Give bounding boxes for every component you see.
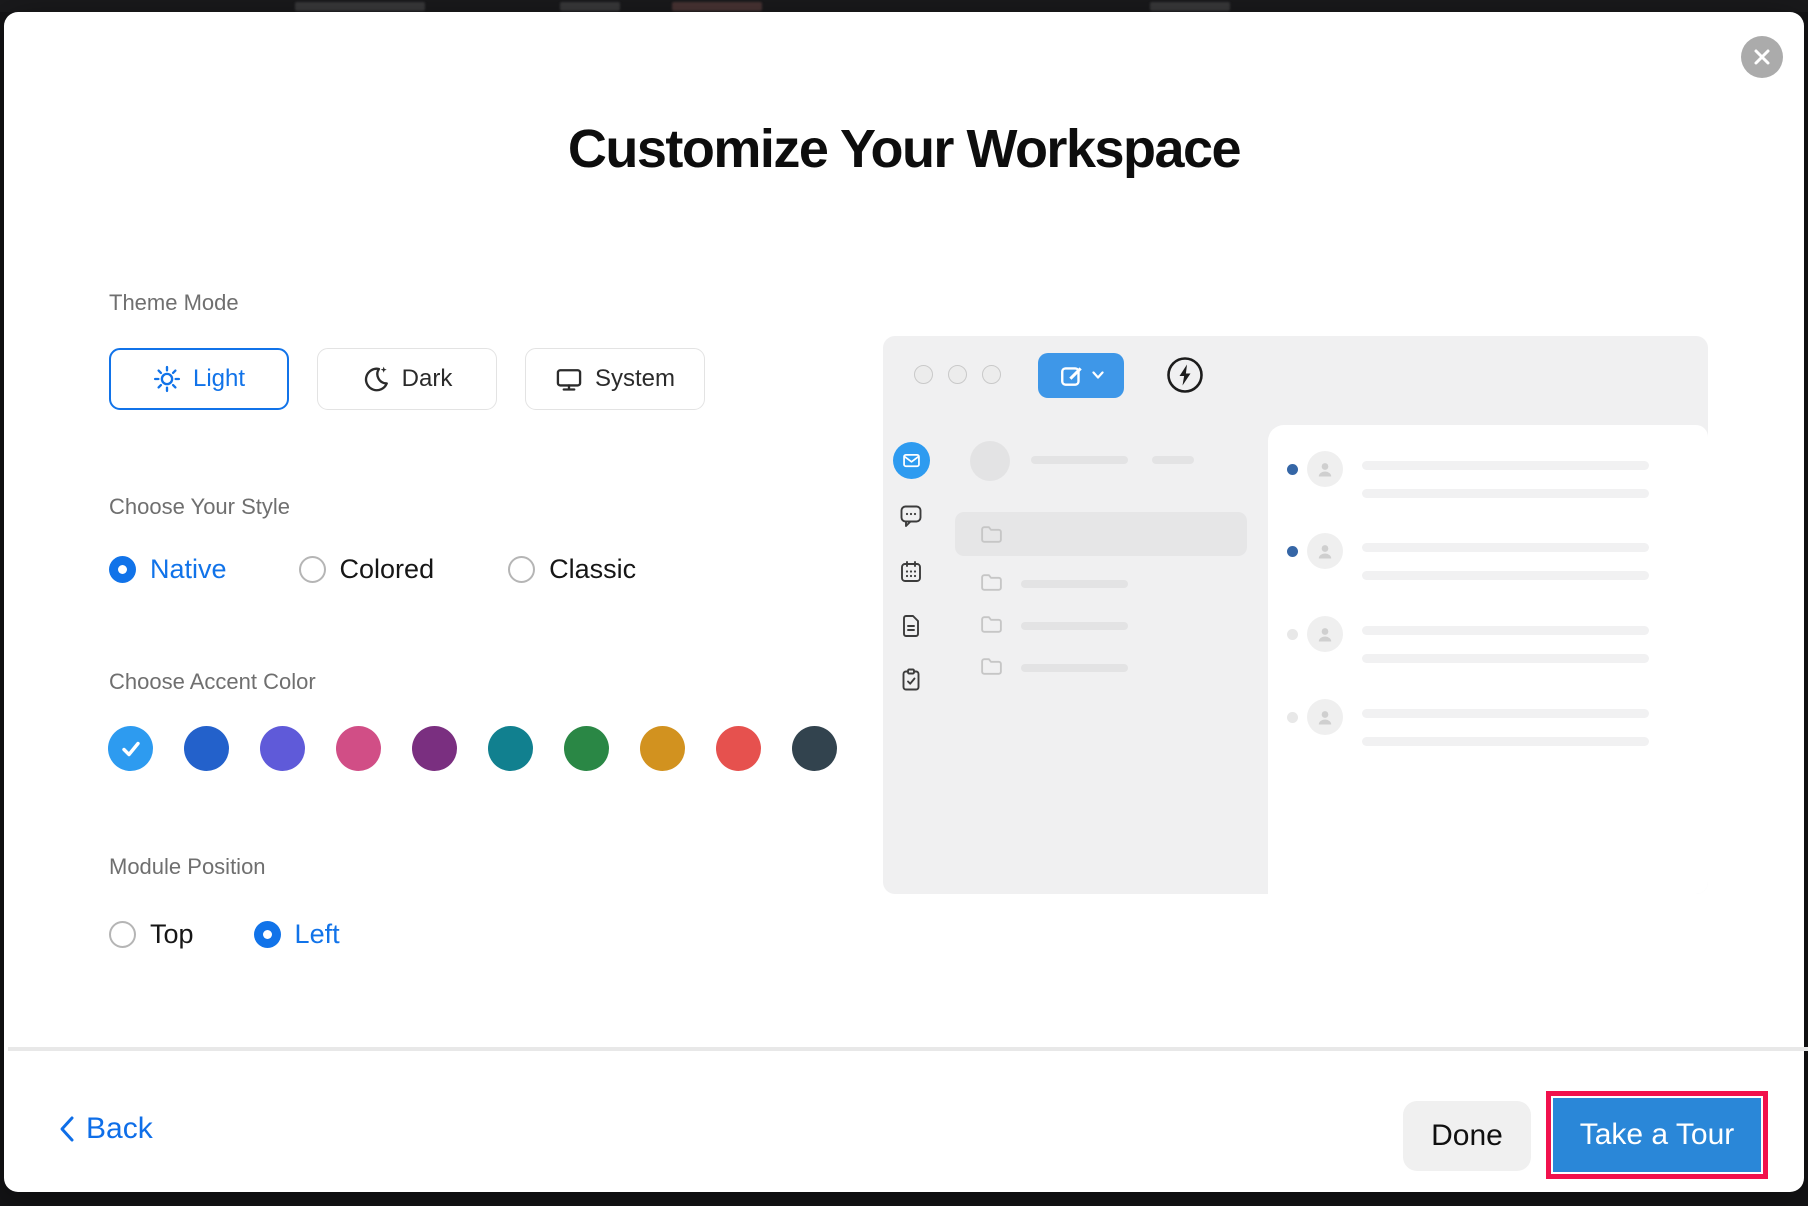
placeholder-line (1362, 709, 1649, 718)
backdrop-content (672, 2, 762, 11)
avatar (1307, 533, 1343, 569)
placeholder-line (1362, 543, 1649, 552)
mail-icon (893, 442, 930, 479)
check-icon (121, 741, 140, 756)
chevron-down-icon (1091, 371, 1104, 379)
unread-dot (1287, 712, 1298, 723)
style-option-label: Native (150, 554, 227, 584)
style-option-classic[interactable]: Classic (508, 554, 636, 585)
style-option-colored[interactable]: Colored (298, 554, 435, 585)
accent-color-swatch[interactable] (792, 726, 837, 771)
accent-color-swatch[interactable] (716, 726, 761, 771)
style-group: Native Colored Classic (109, 554, 636, 585)
close-icon (1754, 49, 1770, 65)
back-button[interactable]: Back (56, 1112, 153, 1146)
avatar (1307, 699, 1343, 735)
placeholder-line (1021, 580, 1128, 588)
folder-icon (981, 616, 1002, 633)
radio-icon (508, 556, 536, 583)
placeholder-line (1362, 571, 1649, 580)
style-option-native[interactable]: Native (109, 554, 227, 585)
position-option-top[interactable]: Top (109, 919, 194, 950)
placeholder-line (1362, 489, 1649, 498)
position-option-left[interactable]: Left (253, 919, 340, 950)
placeholder-line (1152, 456, 1194, 464)
placeholder-line (1362, 461, 1649, 470)
folder-icon (981, 574, 1002, 591)
position-option-label: Top (150, 919, 194, 949)
unread-dot (1287, 546, 1298, 557)
theme-mode-label: Theme Mode (109, 290, 239, 315)
backdrop-content (1150, 2, 1230, 11)
customize-workspace-dialog: Customize Your Workspace Theme Mode Ligh… (4, 12, 1808, 1192)
sun-icon (153, 365, 181, 393)
folder-icon (981, 526, 1002, 543)
theme-option-dark[interactable]: Dark (317, 348, 497, 410)
accent-color-swatch[interactable] (640, 726, 685, 771)
traffic-light-dot (982, 365, 1001, 384)
chevron-left-icon (60, 1116, 74, 1142)
backdrop-content (295, 2, 425, 11)
done-button[interactable]: Done (1403, 1101, 1531, 1171)
traffic-light-dot (914, 365, 933, 384)
theme-option-system[interactable]: System (525, 348, 705, 410)
traffic-light-dot (948, 365, 967, 384)
unread-dot (1287, 464, 1298, 475)
document-icon (903, 615, 919, 637)
unread-dot (1287, 629, 1298, 640)
radio-icon (298, 556, 326, 583)
placeholder-line (1021, 664, 1128, 672)
style-option-label: Colored (339, 554, 435, 584)
footer-divider (8, 1047, 1808, 1051)
radio-icon (109, 921, 136, 948)
preview-compose-button (1038, 353, 1124, 398)
accent-color-label: Choose Accent Color (109, 669, 316, 694)
placeholder-line (1031, 456, 1128, 464)
backdrop-content (560, 2, 620, 11)
back-label: Back (86, 1112, 153, 1145)
monitor-icon (556, 369, 582, 391)
take-a-tour-button[interactable]: Take a Tour (1553, 1098, 1761, 1172)
screen: Customize Your Workspace Theme Mode Ligh… (0, 0, 1808, 1206)
chat-icon (900, 505, 922, 527)
radio-icon (253, 921, 281, 948)
placeholder-line (1021, 622, 1128, 630)
avatar (1307, 616, 1343, 652)
accent-color-swatch[interactable] (412, 726, 457, 771)
module-position-group: Top Left (109, 919, 340, 950)
close-button[interactable] (1741, 36, 1783, 78)
avatar (1307, 451, 1343, 487)
radio-icon (109, 556, 136, 583)
placeholder-line (1362, 737, 1649, 746)
folder-icon (981, 658, 1002, 675)
annotation-highlight: Take a Tour (1546, 1091, 1768, 1179)
position-option-label: Left (294, 919, 340, 949)
dialog-title: Customize Your Workspace (567, 119, 1242, 179)
tasks-clipboard-icon (902, 668, 920, 691)
theme-mode-group: Light Dark System (109, 348, 705, 410)
compose-icon (1060, 366, 1082, 386)
accent-color-swatch[interactable] (108, 726, 153, 771)
theme-option-label: System (594, 365, 675, 392)
style-option-label: Classic (549, 554, 637, 584)
lightning-icon (1167, 357, 1203, 393)
accent-color-swatch[interactable] (564, 726, 609, 771)
preview-account-avatar (970, 441, 1010, 481)
style-label: Choose Your Style (109, 494, 291, 519)
dimmed-background-app (0, 0, 1808, 12)
placeholder-line (1362, 626, 1649, 635)
accent-color-swatch[interactable] (336, 726, 381, 771)
accent-color-swatch[interactable] (260, 726, 305, 771)
module-position-label: Module Position (109, 854, 266, 879)
accent-color-group (108, 726, 837, 771)
moon-stars-icon (364, 366, 388, 392)
placeholder-line (1362, 654, 1649, 663)
theme-option-light[interactable]: Light (109, 348, 289, 410)
calendar-icon (901, 561, 921, 582)
theme-option-label: Light (192, 365, 246, 392)
theme-option-label: Dark (401, 365, 453, 392)
accent-color-swatch[interactable] (488, 726, 533, 771)
accent-color-swatch[interactable] (184, 726, 229, 771)
